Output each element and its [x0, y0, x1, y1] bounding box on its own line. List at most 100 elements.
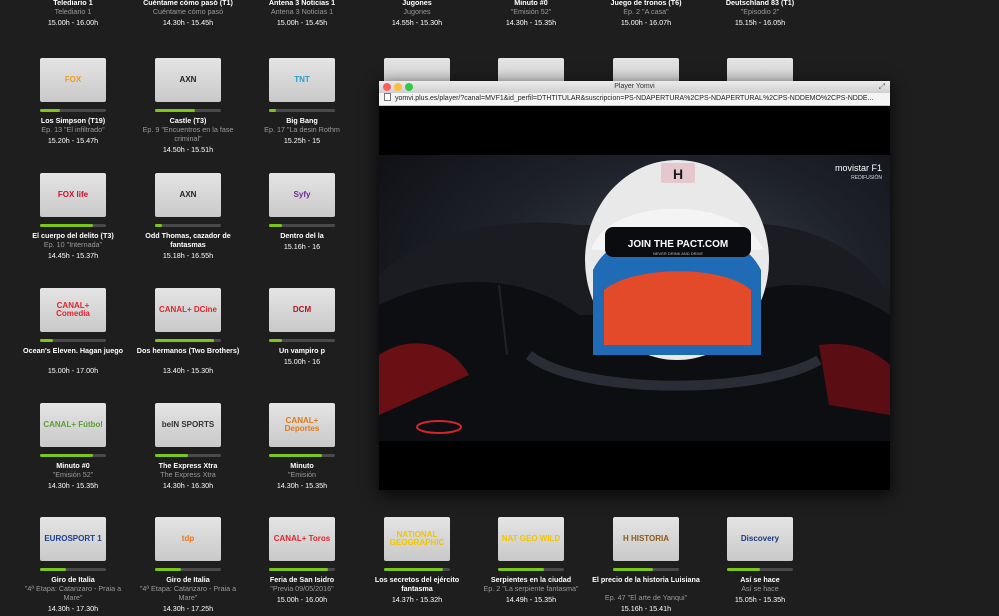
channel-logo[interactable]: CANAL+ Toros: [269, 517, 335, 561]
progress-bar: [613, 568, 679, 571]
channel-logo[interactable]: NATIONAL GEOGRAPHIC: [384, 517, 450, 561]
program-episode: Ep. 17 "La desin Rothm: [264, 125, 340, 134]
progress-bar: [269, 339, 335, 342]
progress-fill: [269, 339, 283, 342]
helmet-subtext: NEVER DRINK AND DRIVE: [653, 251, 703, 256]
program-time: 14.30h - 15.35h: [505, 18, 557, 27]
program-title: Serpientes en la ciudad: [490, 575, 572, 584]
zoom-window-button[interactable]: [405, 83, 413, 91]
url-bar[interactable]: yomvi.plus.es/player/?canal=MVF1&id_perf…: [379, 93, 890, 106]
program-title: Minuto: [290, 461, 314, 470]
program-title: Los secretos del ejército fantasma: [374, 575, 460, 593]
program-episode: Ep. 2 "La serpiente fantasma": [483, 584, 579, 593]
program-title: Cuéntame cómo pasó (T1): [143, 0, 233, 7]
channel-logo[interactable]: DCM: [269, 288, 335, 332]
channel-logo[interactable]: NAT GEO WILD: [498, 517, 564, 561]
program-title: Odd Thomas, cazador de fantasmas: [145, 231, 231, 249]
progress-bar: [155, 454, 221, 457]
progress-fill: [498, 568, 545, 571]
program-time: 15.00h - 15.45h: [276, 18, 328, 27]
channel-logo[interactable]: tdp: [155, 517, 221, 561]
progress-bar: [40, 339, 106, 342]
program-title: Castle (T3): [169, 116, 207, 125]
program-title: Jugones: [402, 0, 432, 7]
program-episode: Ep. 47 "El arte de Yanqui": [604, 593, 688, 602]
helmet-text: JOIN THE PACT.COM: [628, 239, 728, 250]
program-episode: "Episodio 2": [740, 7, 780, 16]
channel-logo[interactable]: Syfy: [269, 173, 335, 217]
program-time: 15.00h - 16.00h: [47, 18, 99, 27]
channel-logo-text: H HISTORIA: [622, 534, 670, 543]
program-episode: Antena 3 Noticias 1: [270, 7, 334, 16]
program-time: 15.25h - 15: [283, 136, 321, 145]
channel-logo[interactable]: AXN: [155, 58, 221, 102]
progress-bar: [269, 454, 335, 457]
player-titlebar[interactable]: Player Yomvi ⤢: [379, 81, 890, 93]
program-time: 15.00h - 16: [283, 357, 321, 366]
progress-bar: [384, 568, 450, 571]
program-time: 14.37h - 15.32h: [391, 595, 443, 604]
program-time: 15.16h - 15.41h: [620, 604, 672, 613]
channel-logo-text: Syfy: [293, 190, 311, 199]
program-episode: Ep. 13 "El infiltrado": [41, 125, 105, 134]
program-time: 14.30h - 17.30h: [47, 604, 99, 613]
svg-text:H: H: [673, 166, 683, 182]
resize-icon[interactable]: ⤢: [879, 81, 885, 93]
program-time: 15.16h - 16: [283, 242, 321, 251]
program-title: Giro de Italia: [51, 575, 95, 584]
program-title: Dos hermanos (Two Brothers): [136, 346, 240, 355]
program-episode: Telediario 1: [54, 7, 92, 16]
channel-logo[interactable]: FOX: [40, 58, 106, 102]
channel-logo-text: AXN: [179, 190, 197, 199]
program-title: Los Simpson (T19): [40, 116, 106, 125]
program-episode: "Emisión 52": [52, 470, 94, 479]
program-episode: Ep. 9 "Encuentros en la fase criminal": [142, 125, 234, 143]
program-title: El cuerpo del delito (T3): [32, 231, 114, 240]
minimize-window-button[interactable]: [394, 83, 402, 91]
progress-bar: [40, 109, 106, 112]
progress-fill: [155, 454, 188, 457]
video-frame: JOIN THE PACT.COM NEVER DRINK AND DRIVE …: [379, 160, 890, 441]
progress-bar: [40, 224, 106, 227]
program-episode: The Express Xtra: [160, 470, 216, 479]
close-window-button[interactable]: [383, 83, 391, 91]
channel-logo-text: TNT: [294, 75, 310, 84]
video-area[interactable]: JOIN THE PACT.COM NEVER DRINK AND DRIVE …: [379, 155, 890, 441]
channel-logo[interactable]: CANAL+ Comedia: [40, 288, 106, 332]
program-time: 14.55h - 15.30h: [391, 18, 443, 27]
channel-logo[interactable]: beIN SPORTS: [155, 403, 221, 447]
channel-logo[interactable]: AXN: [155, 173, 221, 217]
channel-logo[interactable]: TNT: [269, 58, 335, 102]
program-time: 14.30h - 17.25h: [162, 604, 214, 613]
channel-logo[interactable]: Discovery: [727, 517, 793, 561]
progress-fill: [155, 568, 182, 571]
program-episode: Jugones: [403, 7, 431, 16]
program-time: 14.30h - 16.30h: [162, 481, 214, 490]
program-time: 13.40h - 15.30h: [162, 366, 214, 375]
progress-fill: [155, 109, 195, 112]
channel-logo[interactable]: CANAL+ Deportes: [269, 403, 335, 447]
channel-logo[interactable]: EUROSPORT 1: [40, 517, 106, 561]
channel-logo[interactable]: CANAL+ DCine: [155, 288, 221, 332]
channel-logo[interactable]: FOX life: [40, 173, 106, 217]
program-episode: Ep. 10 "Internada": [43, 240, 103, 249]
progress-fill: [40, 109, 60, 112]
broadcast-brand: movistar F1: [834, 163, 882, 173]
progress-bar: [155, 339, 221, 342]
program-time: 14.30h - 15.35h: [276, 481, 328, 490]
channel-logo-text: CANAL+ Deportes: [284, 416, 320, 433]
program-title: Dentro del la: [280, 231, 324, 240]
program-title: Minuto #0: [56, 461, 90, 470]
player-window[interactable]: Player Yomvi ⤢ yomvi.plus.es/player/?can…: [379, 81, 890, 490]
program-title: Big Bang: [286, 116, 318, 125]
program-time: 15.00h - 16.07h: [620, 18, 672, 27]
program-title: Juego de tronos (T6): [610, 0, 682, 7]
channel-logo[interactable]: CANAL+ Fútbol: [40, 403, 106, 447]
progress-bar: [269, 224, 335, 227]
progress-fill: [384, 568, 444, 571]
channel-logo-text: NATIONAL GEOGRAPHIC: [389, 530, 445, 547]
program-episode: "Previa 09/05/2016": [270, 584, 334, 593]
channel-logo[interactable]: H HISTORIA: [613, 517, 679, 561]
program-title: El precio de la historia Luisiana: [592, 575, 700, 584]
progress-fill: [155, 224, 162, 227]
